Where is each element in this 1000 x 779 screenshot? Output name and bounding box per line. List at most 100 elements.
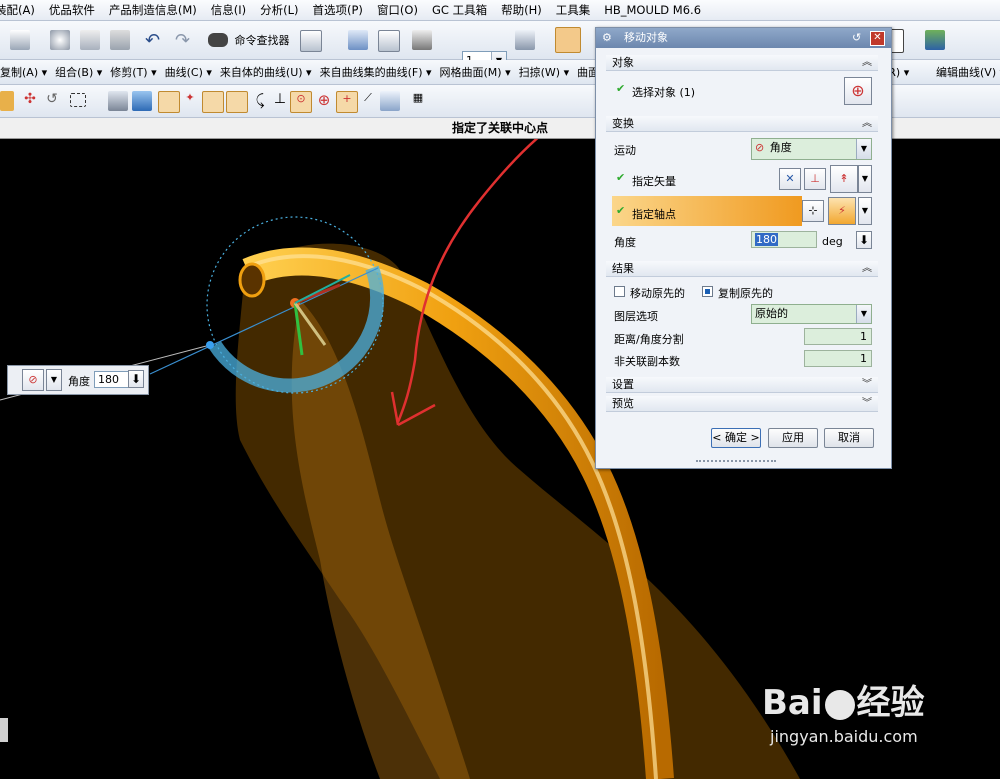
tb-mesh-surface[interactable]: 网格曲面(M) ▾ xyxy=(436,64,515,80)
cube-nav-icon[interactable] xyxy=(925,30,945,50)
menu-info[interactable]: 信息(I) xyxy=(204,2,253,18)
snap-endpoint-icon[interactable] xyxy=(158,91,180,113)
snap-line-icon[interactable] xyxy=(202,91,224,113)
menu-assembly[interactable]: 装配(A) xyxy=(0,2,42,18)
grid-icon[interactable]: ▦ xyxy=(408,91,428,111)
apply-button[interactable]: 应用 xyxy=(768,428,818,448)
specify-vector-label[interactable]: 指定矢量 xyxy=(632,173,676,189)
layer-settings-icon[interactable] xyxy=(515,30,535,50)
redo-icon[interactable]: ↷ xyxy=(175,30,190,51)
print-icon[interactable] xyxy=(10,30,30,50)
ok-button[interactable]: < 确定 > xyxy=(711,428,761,448)
layout-icon[interactable] xyxy=(378,30,400,52)
float-angle-arrow-icon[interactable]: ⬇ xyxy=(128,370,144,388)
menu-yp-software[interactable]: 优品软件 xyxy=(42,2,102,18)
display-icon[interactable] xyxy=(412,30,432,50)
edit-sketch-icon[interactable] xyxy=(348,30,368,50)
inferred-point-button[interactable]: ⚡ xyxy=(828,197,856,225)
angle-value: 180 xyxy=(755,233,778,246)
specify-pivot-label[interactable]: 指定轴点 xyxy=(632,206,676,222)
motion-select[interactable]: ⊘ 角度 ▼ xyxy=(751,138,872,160)
watermark-brand: Bai xyxy=(762,683,823,723)
undo-icon[interactable]: ↶ xyxy=(145,30,160,51)
tb-combine[interactable]: 组合(B) ▾ xyxy=(51,64,106,80)
solid-body-icon[interactable] xyxy=(108,91,128,111)
command-finder-button[interactable]: 命令查找器 xyxy=(208,32,290,48)
section-settings[interactable]: 设置 ︾ xyxy=(606,377,878,393)
float-angle-label: 角度 xyxy=(68,375,90,388)
snap-on-curve-icon[interactable] xyxy=(226,91,248,113)
float-angle-input[interactable]: 180 xyxy=(94,371,130,388)
menu-help[interactable]: 帮助(H) xyxy=(494,2,549,18)
watermark-brand2: 经验 xyxy=(856,683,925,723)
snap-arc-icon[interactable]: ⤹ xyxy=(250,91,270,111)
rotate-icon[interactable]: ↺ xyxy=(42,91,62,111)
triad-marker xyxy=(0,718,8,742)
tb-curve-from-body[interactable]: 来自体的曲线(U) ▾ xyxy=(216,64,316,80)
point-dialog-button[interactable]: ⊹ xyxy=(802,200,824,222)
crosshair-select-button[interactable]: ⊕ xyxy=(844,77,872,105)
tb-trim[interactable]: 修剪(T) ▾ xyxy=(106,64,160,80)
snap-point-icon[interactable]: ✣ xyxy=(20,91,40,111)
view-icon[interactable] xyxy=(300,30,322,52)
layer-option-select[interactable]: 原始的 ▼ xyxy=(751,304,872,324)
cut-icon[interactable] xyxy=(50,30,70,50)
snap-search-icon[interactable] xyxy=(380,91,400,111)
angle-mode-button[interactable]: ⊘ xyxy=(22,369,44,391)
section-preview[interactable]: 预览 ︾ xyxy=(606,396,878,412)
section-result[interactable]: 结果 ︽ xyxy=(606,261,878,277)
snap-midpoint-icon[interactable]: ✦ xyxy=(180,91,200,111)
angle-options-arrow-icon[interactable]: ⬇ xyxy=(856,231,872,249)
resize-grip[interactable] xyxy=(696,460,776,466)
watermark-url: jingyan.baidu.com xyxy=(770,727,918,746)
copy-icon[interactable] xyxy=(80,30,100,50)
move-original-radio[interactable] xyxy=(614,286,625,297)
tb-edit-curve[interactable]: 编辑曲线(V) ▾ xyxy=(932,64,1000,80)
menu-gc-toolbox[interactable]: GC 工具箱 xyxy=(425,2,494,18)
filter-icon[interactable] xyxy=(0,91,14,111)
dialog-titlebar[interactable]: ⚙ 移动对象 ↺ ✕ xyxy=(596,28,891,48)
snap-tangent-icon[interactable]: ⟋ xyxy=(358,91,378,111)
section-transform[interactable]: 变换 ︽ xyxy=(606,116,878,132)
move-original-label: 移动原先的 xyxy=(630,287,685,300)
section-result-label: 结果 xyxy=(612,262,634,275)
check-icon: ✔ xyxy=(616,171,626,184)
reset-icon[interactable]: ↺ xyxy=(852,28,861,48)
tb-copy[interactable]: 复制(A) ▾ xyxy=(0,64,51,80)
menu-window[interactable]: 窗口(O) xyxy=(370,2,425,18)
tb-sweep[interactable]: 扫掠(W) ▾ xyxy=(515,64,573,80)
menu-hb-mould[interactable]: HB_MOULD M6.6 xyxy=(597,3,708,17)
wcs-icon[interactable] xyxy=(555,27,581,53)
section-object[interactable]: 对象 ︽ xyxy=(606,55,878,71)
point-options-dropdown[interactable]: ▼ xyxy=(858,197,872,225)
close-icon[interactable]: ✕ xyxy=(870,31,885,46)
snap-intersection-icon[interactable]: + xyxy=(336,91,358,113)
menu-bar: 装配(A) 优品软件 产品制造信息(M) 信息(I) 分析(L) 首选项(P) … xyxy=(0,0,1000,21)
rect-select-icon[interactable] xyxy=(70,93,86,107)
unassoc-copies-input[interactable]: 1 xyxy=(804,350,872,367)
tb-curve-from-set[interactable]: 来自曲线集的曲线(F) ▾ xyxy=(316,64,436,80)
snap-perp-icon[interactable]: ⊥ xyxy=(270,91,290,111)
distance-angle-div-input[interactable]: 1 xyxy=(804,328,872,345)
tb-curve[interactable]: 曲线(C) ▾ xyxy=(161,64,216,80)
cancel-button[interactable]: 取消 xyxy=(824,428,874,448)
axis-handle xyxy=(206,341,214,349)
angle-input[interactable]: 180 xyxy=(751,231,817,248)
inferred-vector-button[interactable]: ↟ xyxy=(830,165,858,193)
motion-label: 运动 xyxy=(614,144,636,157)
reverse-vector-button[interactable]: ✕ xyxy=(779,168,801,190)
select-object-label[interactable]: 选择对象 (1) xyxy=(632,84,695,100)
menu-toolset[interactable]: 工具集 xyxy=(549,2,598,18)
menu-preferences[interactable]: 首选项(P) xyxy=(306,2,370,18)
vector-options-dropdown[interactable]: ▼ xyxy=(858,165,872,193)
motion-angle-icon: ⊘ xyxy=(755,141,765,154)
angle-mode-dropdown[interactable]: ▼ xyxy=(46,369,62,391)
menu-pmi[interactable]: 产品制造信息(M) xyxy=(102,2,204,18)
vector-dialog-button[interactable]: ⊥ xyxy=(804,168,826,190)
snap-quadrant-icon[interactable]: ⊕ xyxy=(314,91,334,111)
snap-center-icon[interactable]: ⊙ xyxy=(290,91,312,113)
menu-analysis[interactable]: 分析(L) xyxy=(253,2,305,18)
copy-original-radio[interactable] xyxy=(702,286,713,297)
paste-icon[interactable] xyxy=(110,30,130,50)
face-icon[interactable] xyxy=(132,91,152,111)
